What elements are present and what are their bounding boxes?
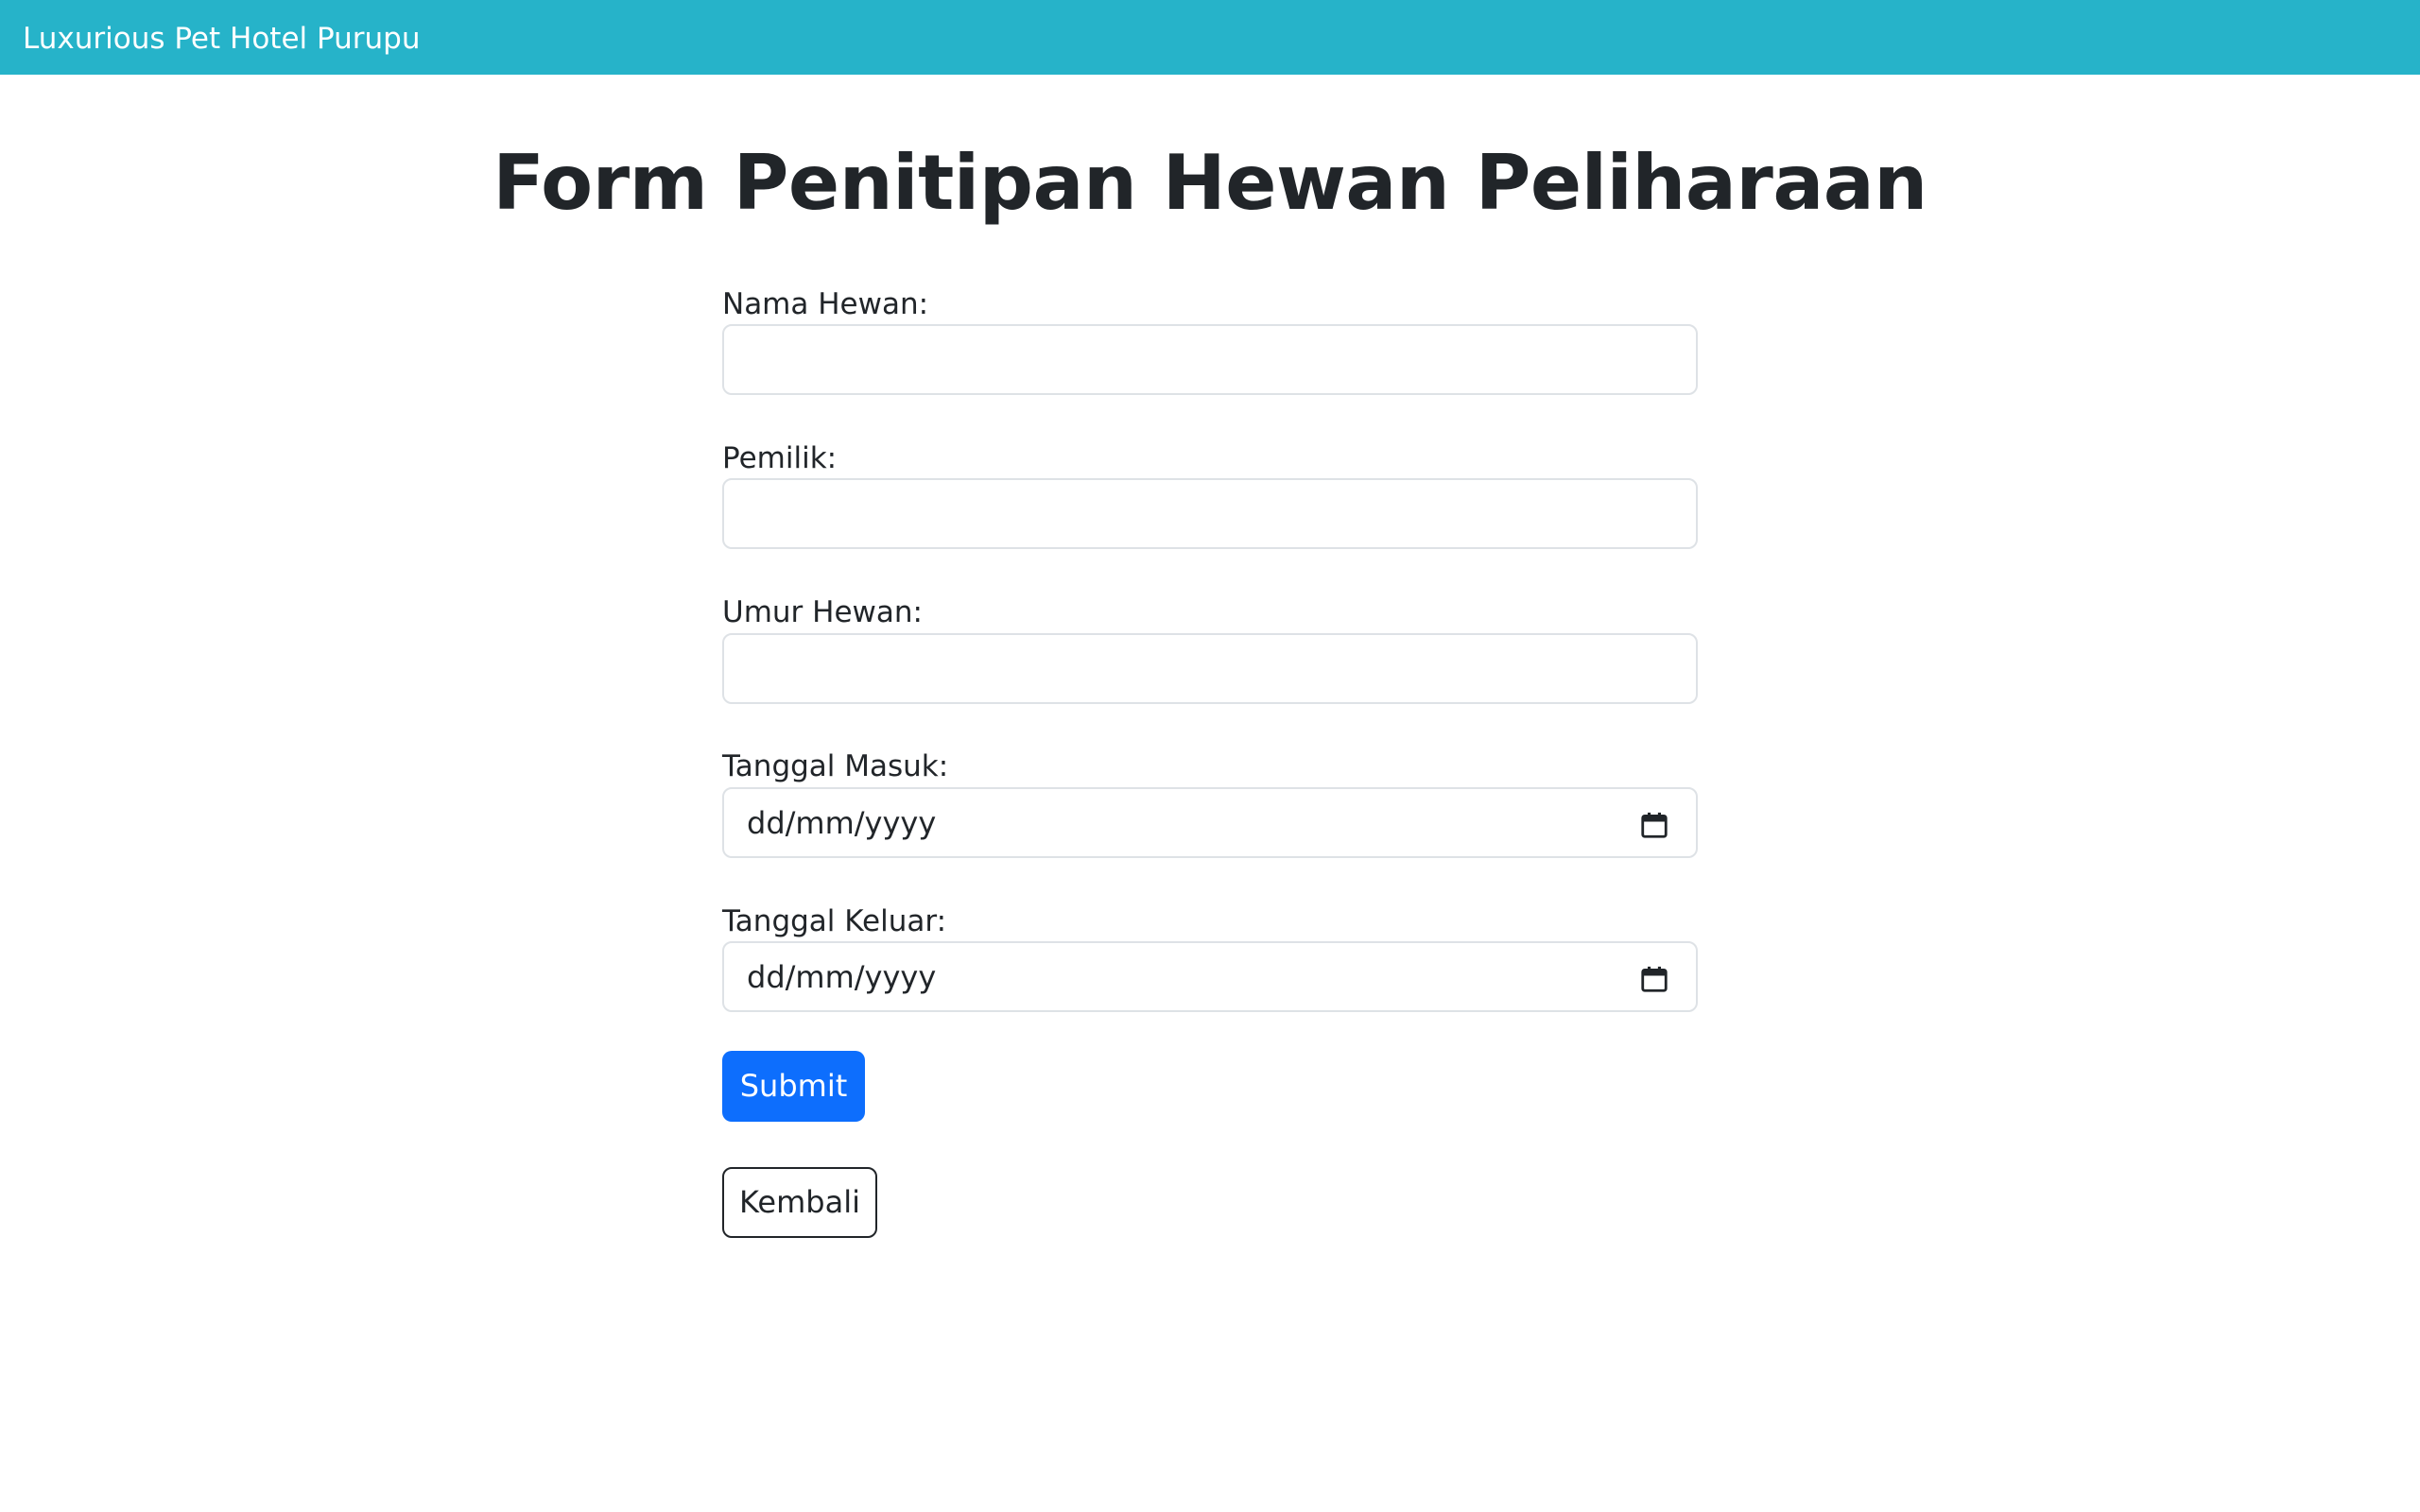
submit-button[interactable]: Submit <box>722 1051 865 1122</box>
navbar: Luxurious Pet Hotel Purupu <box>0 0 2420 75</box>
owner-label: Pemilik: <box>722 441 838 475</box>
check-in-date-value: dd/mm/yyyy <box>747 805 937 841</box>
check-in-date-input[interactable]: dd/mm/yyyy <box>722 787 1698 858</box>
calendar-icon[interactable] <box>1641 812 1668 838</box>
page-title: Form Penitipan Hewan Peliharaan <box>493 139 1927 227</box>
pet-name-label: Nama Hewan: <box>722 287 929 321</box>
pet-name-input[interactable] <box>722 324 1698 395</box>
check-out-date-value: dd/mm/yyyy <box>747 959 937 995</box>
check-out-date-input[interactable]: dd/mm/yyyy <box>722 941 1698 1012</box>
calendar-icon[interactable] <box>1641 966 1668 992</box>
back-button[interactable]: Kembali <box>722 1167 877 1238</box>
owner-input[interactable] <box>722 478 1698 549</box>
check-out-date-label: Tanggal Keluar: <box>722 904 947 938</box>
pet-age-input[interactable] <box>722 633 1698 704</box>
navbar-brand[interactable]: Luxurious Pet Hotel Purupu <box>23 0 421 75</box>
pet-age-label: Umur Hewan: <box>722 595 923 629</box>
check-in-date-label: Tanggal Masuk: <box>722 749 949 783</box>
